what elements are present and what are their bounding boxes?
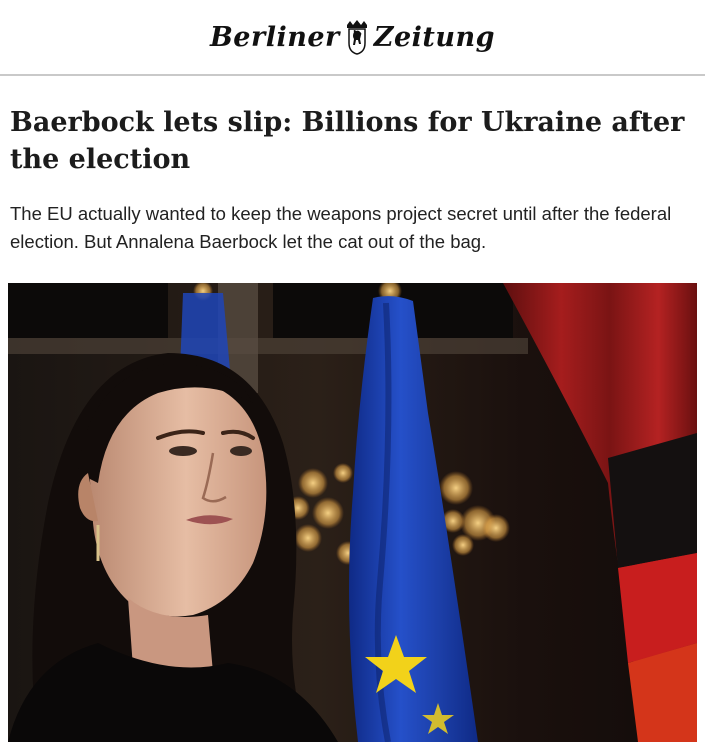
article-headline[interactable]: Baerbock lets slip: Billions for Ukraine… — [10, 104, 690, 178]
article-photo-illustration — [8, 283, 697, 742]
masthead-logo[interactable]: Berliner Zeitung — [210, 19, 495, 55]
article-photo[interactable] — [8, 283, 697, 742]
masthead-divider — [0, 74, 705, 76]
bear-crest-icon — [346, 20, 367, 55]
masthead-word-right: Zeitung — [373, 21, 496, 53]
article-subhead: The EU actually wanted to keep the weapo… — [10, 203, 672, 252]
masthead[interactable]: Berliner Zeitung — [0, 0, 705, 74]
masthead-word-left: Berliner — [209, 21, 340, 53]
